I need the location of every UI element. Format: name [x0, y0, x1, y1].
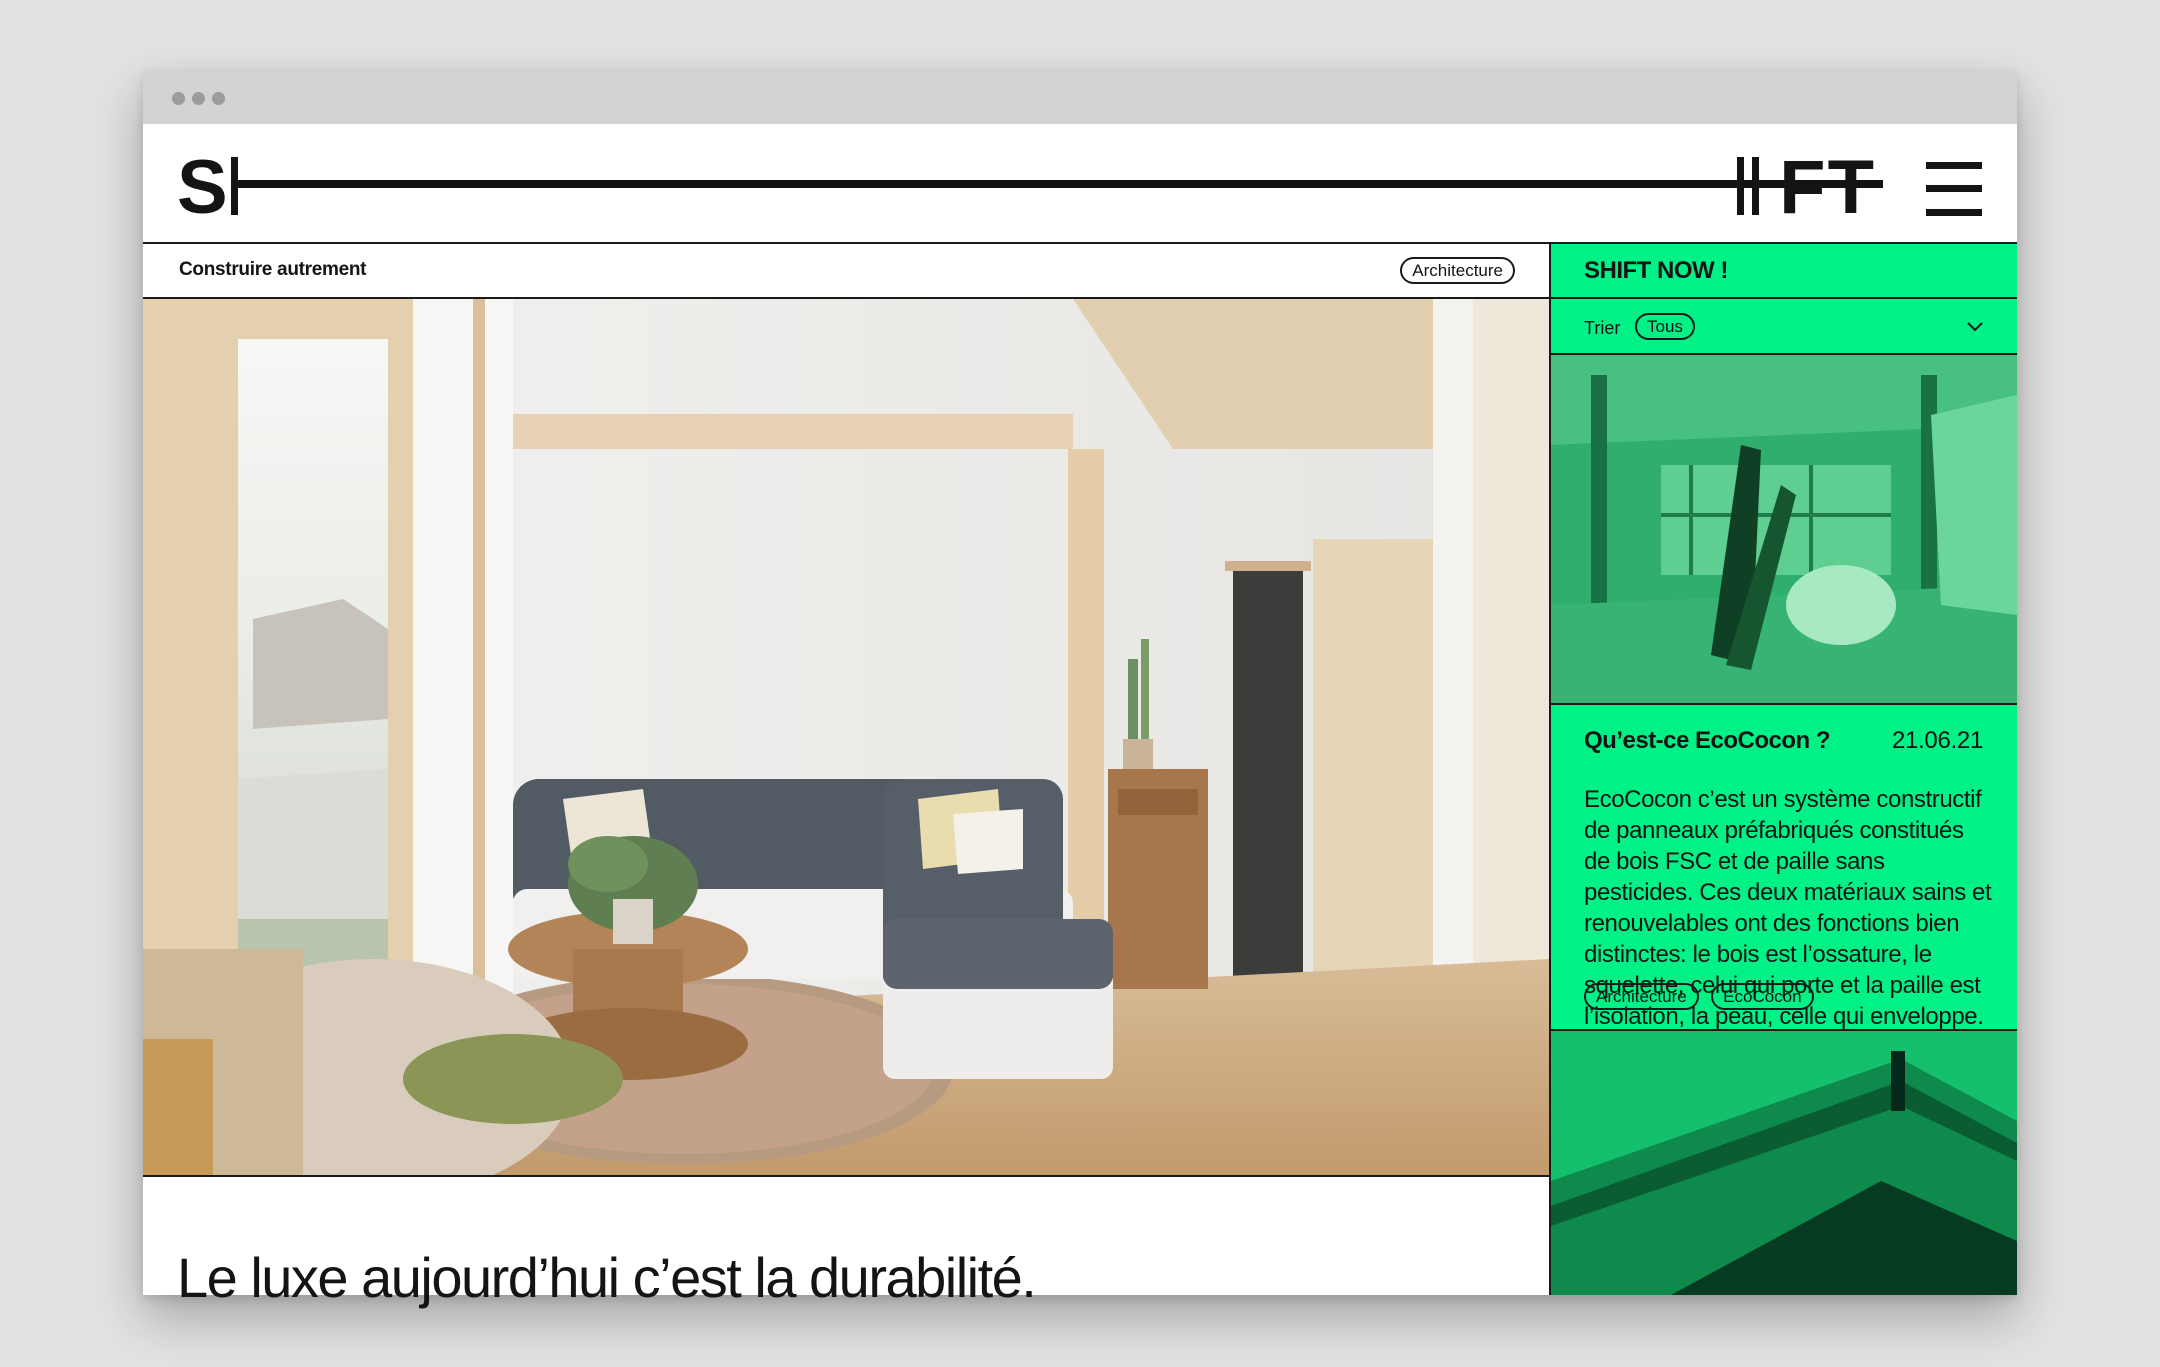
news-sidebar: SHIFT NOW ! Trier Tous Qu’est-ce EcoCoco…	[1551, 244, 2017, 1295]
card-tag[interactable]: EcoCocon	[1711, 983, 1814, 1010]
construction-site-illustration	[1551, 355, 2017, 703]
sort-value[interactable]: Tous	[1635, 313, 1695, 340]
card-image[interactable]	[1551, 355, 2017, 703]
barn-roof-illustration	[1551, 1031, 2017, 1295]
hamburger-icon[interactable]	[1926, 162, 1982, 216]
article-headline[interactable]: Le luxe aujourd’hui c’est la durabilité.	[177, 1245, 1037, 1310]
window-dot-icon	[192, 92, 205, 105]
window-dot-icon	[212, 92, 225, 105]
headline-box: Le luxe aujourd’hui c’est la durabilité.	[143, 1175, 1549, 1309]
logo-letters-right: FT	[1779, 145, 1876, 230]
living-room-illustration	[143, 299, 1549, 1175]
browser-chrome	[143, 71, 2017, 124]
site-header: S FT	[143, 124, 2017, 244]
article-topbar: Construire autrement Architecture	[143, 244, 1549, 299]
sidebar-header: SHIFT NOW !	[1551, 244, 2017, 299]
sidebar-title: SHIFT NOW !	[1584, 257, 1728, 284]
chevron-down-icon[interactable]	[1967, 319, 1983, 335]
card-date: 21.06.21	[1891, 727, 1983, 754]
news-card: Qu’est-ce EcoCocon ? 21.06.21 EcoCocon c…	[1551, 703, 2017, 1031]
logo-line	[231, 180, 1883, 188]
logo-letters-left: S	[177, 145, 228, 230]
card-tag[interactable]: Architecture	[1584, 983, 1699, 1010]
hero-image	[143, 299, 1549, 1175]
browser-window: S FT Construire autrement Architecture L…	[143, 71, 2017, 1309]
card-tags: Architecture EcoCocon	[1584, 983, 1822, 1010]
article-tag[interactable]: Architecture	[1400, 257, 1515, 284]
article-column: Construire autrement Architecture Le lux…	[143, 244, 1551, 1309]
sort-label: Trier	[1584, 318, 1621, 338]
section-title: Construire autrement	[179, 259, 367, 280]
next-card-image[interactable]	[1551, 1031, 2017, 1295]
sort-bar[interactable]: Trier Tous	[1551, 299, 2017, 355]
logo-stroke-right-2	[1752, 157, 1759, 215]
window-dot-icon	[172, 92, 185, 105]
logo-stroke-right	[1737, 157, 1744, 215]
card-title[interactable]: Qu’est-ce EcoCocon ?	[1584, 727, 1831, 755]
